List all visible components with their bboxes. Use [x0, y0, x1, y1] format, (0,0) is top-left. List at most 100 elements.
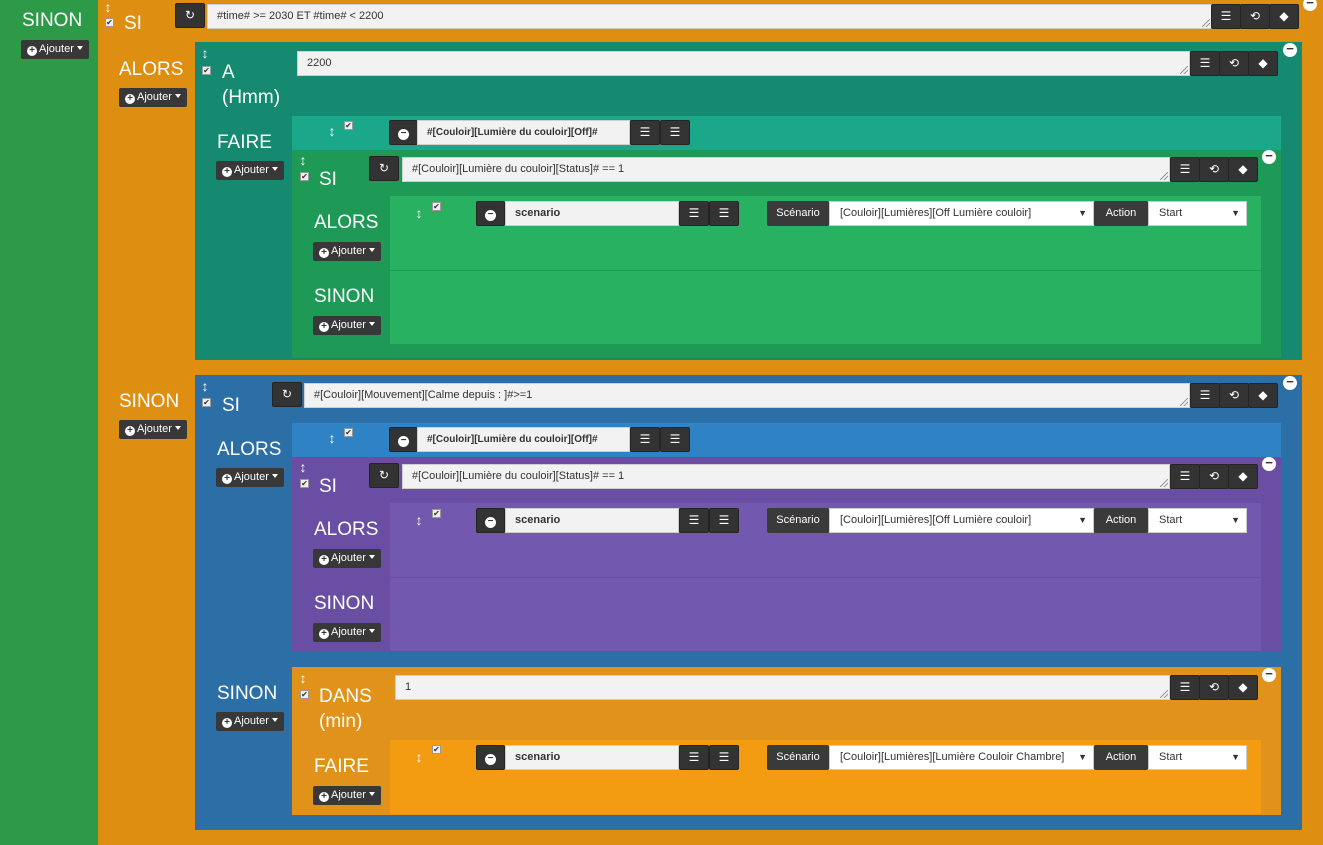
- expression-button[interactable]: ☰: [1190, 51, 1220, 76]
- cube-button[interactable]: ◆: [1248, 51, 1278, 76]
- expression-button[interactable]: ☰: [1170, 464, 1200, 489]
- remove-action-button[interactable]: −: [476, 745, 505, 770]
- resize-grip[interactable]: [1160, 690, 1168, 698]
- si-alors-add-button[interactable]: + Ajouter: [216, 468, 284, 487]
- list-button[interactable]: ☰: [709, 508, 739, 533]
- refresh-button[interactable]: ↻: [272, 382, 302, 407]
- list-button[interactable]: ☰: [660, 427, 690, 452]
- remove-icon[interactable]: −: [1283, 42, 1297, 57]
- si-inner-sinon-add-button[interactable]: + Ajouter: [313, 623, 381, 642]
- a-action-cmd-input[interactable]: #[Couloir][Lumière du couloir][Off]#: [417, 120, 630, 145]
- enable-checkbox[interactable]: ✔: [432, 202, 441, 211]
- enable-checkbox[interactable]: ✔: [344, 428, 353, 437]
- enable-checkbox[interactable]: ✔: [344, 121, 353, 130]
- refresh-button[interactable]: ↻: [175, 3, 205, 28]
- move-icon[interactable]: ↕: [327, 431, 337, 445]
- enable-checkbox[interactable]: ✔: [105, 18, 114, 27]
- resize-grip[interactable]: [1160, 479, 1168, 487]
- a-inner-scenario-select[interactable]: [Couloir][Lumières][Off Lumière couloir]…: [829, 201, 1094, 226]
- list-button[interactable]: ☰: [660, 120, 690, 145]
- left-add-button[interactable]: + Ajouter: [21, 40, 89, 59]
- dropdown-arrow-icon: ▼: [1078, 208, 1087, 218]
- move-icon[interactable]: ↕: [103, 0, 113, 14]
- a-inner-action-name-input[interactable]: scenario: [505, 201, 679, 226]
- resize-grip[interactable]: [1180, 398, 1188, 406]
- remove-icon[interactable]: −: [1262, 149, 1276, 164]
- history-button[interactable]: ⟲: [1199, 157, 1229, 182]
- cube-button[interactable]: ◆: [1228, 464, 1258, 489]
- move-icon[interactable]: ↕: [414, 750, 424, 764]
- history-button[interactable]: ⟲: [1219, 51, 1249, 76]
- dans-faire-add-button[interactable]: + Ajouter: [313, 786, 381, 805]
- remove-action-button[interactable]: −: [476, 508, 505, 533]
- remove-action-button[interactable]: −: [389, 427, 418, 452]
- move-icon[interactable]: ↕: [200, 46, 210, 60]
- expression-button[interactable]: ☰: [1170, 675, 1200, 700]
- si-inner-scenario-select[interactable]: [Couloir][Lumières][Off Lumière couloir]…: [829, 508, 1094, 533]
- remove-icon[interactable]: −: [1283, 375, 1297, 390]
- cube-button[interactable]: ◆: [1269, 4, 1299, 29]
- move-icon[interactable]: ↕: [200, 379, 210, 393]
- si-inner-alors-add-button[interactable]: + Ajouter: [313, 549, 381, 568]
- enable-checkbox[interactable]: ✔: [432, 509, 441, 518]
- history-button[interactable]: ⟲: [1219, 383, 1249, 408]
- dans-action-name-input[interactable]: scenario: [505, 745, 679, 770]
- a-inner-alors-add-button[interactable]: + Ajouter: [313, 242, 381, 261]
- si-inner-action-name-input[interactable]: scenario: [505, 508, 679, 533]
- move-icon[interactable]: ↕: [298, 460, 308, 474]
- a-faire-add-button[interactable]: + Ajouter: [216, 161, 284, 180]
- move-icon[interactable]: ↕: [298, 671, 308, 685]
- remove-icon[interactable]: −: [1303, 0, 1317, 11]
- si-condition-input[interactable]: #[Couloir][Mouvement][Calme depuis : ]#>…: [304, 383, 1190, 408]
- expression-button[interactable]: ☰: [630, 120, 660, 145]
- remove-icon[interactable]: −: [1262, 667, 1276, 682]
- resize-grip[interactable]: [1160, 172, 1168, 180]
- cube-button[interactable]: ◆: [1228, 675, 1258, 700]
- expression-button[interactable]: ☰: [1170, 157, 1200, 182]
- outer-condition-input[interactable]: #time# >= 2030 ET #time# < 2200: [207, 4, 1212, 29]
- a-inner-sinon-add-button[interactable]: + Ajouter: [313, 316, 381, 335]
- expression-button[interactable]: ☰: [679, 508, 709, 533]
- expression-button[interactable]: ☰: [1190, 383, 1220, 408]
- a-inner-condition-input[interactable]: #[Couloir][Lumière du couloir][Status]# …: [402, 157, 1170, 182]
- enable-checkbox[interactable]: ✔: [202, 66, 211, 75]
- history-button[interactable]: ⟲: [1240, 4, 1270, 29]
- remove-action-button[interactable]: −: [389, 120, 418, 145]
- list-button[interactable]: ☰: [709, 745, 739, 770]
- enable-checkbox[interactable]: ✔: [202, 398, 211, 407]
- history-button[interactable]: ⟲: [1199, 464, 1229, 489]
- refresh-button[interactable]: ↻: [369, 156, 399, 181]
- enable-checkbox[interactable]: ✔: [432, 745, 441, 754]
- refresh-button[interactable]: ↻: [369, 463, 399, 488]
- enable-checkbox[interactable]: ✔: [300, 479, 309, 488]
- si-action-cmd-input[interactable]: #[Couloir][Lumière du couloir][Off]#: [417, 427, 630, 452]
- remove-action-button[interactable]: −: [476, 201, 505, 226]
- si-inner-action-select[interactable]: Start ▼: [1148, 508, 1247, 533]
- expression-button[interactable]: ☰: [679, 745, 709, 770]
- move-icon[interactable]: ↕: [327, 124, 337, 138]
- resize-grip[interactable]: [1202, 19, 1210, 27]
- a-inner-action-select[interactable]: Start ▼: [1148, 201, 1247, 226]
- a-value-input[interactable]: 2200: [297, 51, 1190, 76]
- expression-button[interactable]: ☰: [1211, 4, 1241, 29]
- outer-alors-add-button[interactable]: + Ajouter: [119, 88, 187, 107]
- dans-action-select[interactable]: Start ▼: [1148, 745, 1247, 770]
- resize-grip[interactable]: [1180, 66, 1188, 74]
- si-sinon-add-button[interactable]: + Ajouter: [216, 712, 284, 731]
- move-icon[interactable]: ↕: [414, 513, 424, 527]
- dans-scenario-select[interactable]: [Couloir][Lumières][Lumière Couloir Cham…: [829, 745, 1094, 770]
- expression-button[interactable]: ☰: [630, 427, 660, 452]
- list-button[interactable]: ☰: [709, 201, 739, 226]
- history-button[interactable]: ⟲: [1199, 675, 1229, 700]
- expression-button[interactable]: ☰: [679, 201, 709, 226]
- dans-value-input[interactable]: 1: [395, 675, 1170, 700]
- si-inner-condition-input[interactable]: #[Couloir][Lumière du couloir][Status]# …: [402, 464, 1170, 489]
- enable-checkbox[interactable]: ✔: [300, 690, 309, 699]
- cube-button[interactable]: ◆: [1248, 383, 1278, 408]
- cube-button[interactable]: ◆: [1228, 157, 1258, 182]
- enable-checkbox[interactable]: ✔: [300, 172, 309, 181]
- remove-icon[interactable]: −: [1262, 456, 1276, 471]
- move-icon[interactable]: ↕: [414, 206, 424, 220]
- move-icon[interactable]: ↕: [298, 153, 308, 167]
- outer-sinon-add-button[interactable]: + Ajouter: [119, 420, 187, 439]
